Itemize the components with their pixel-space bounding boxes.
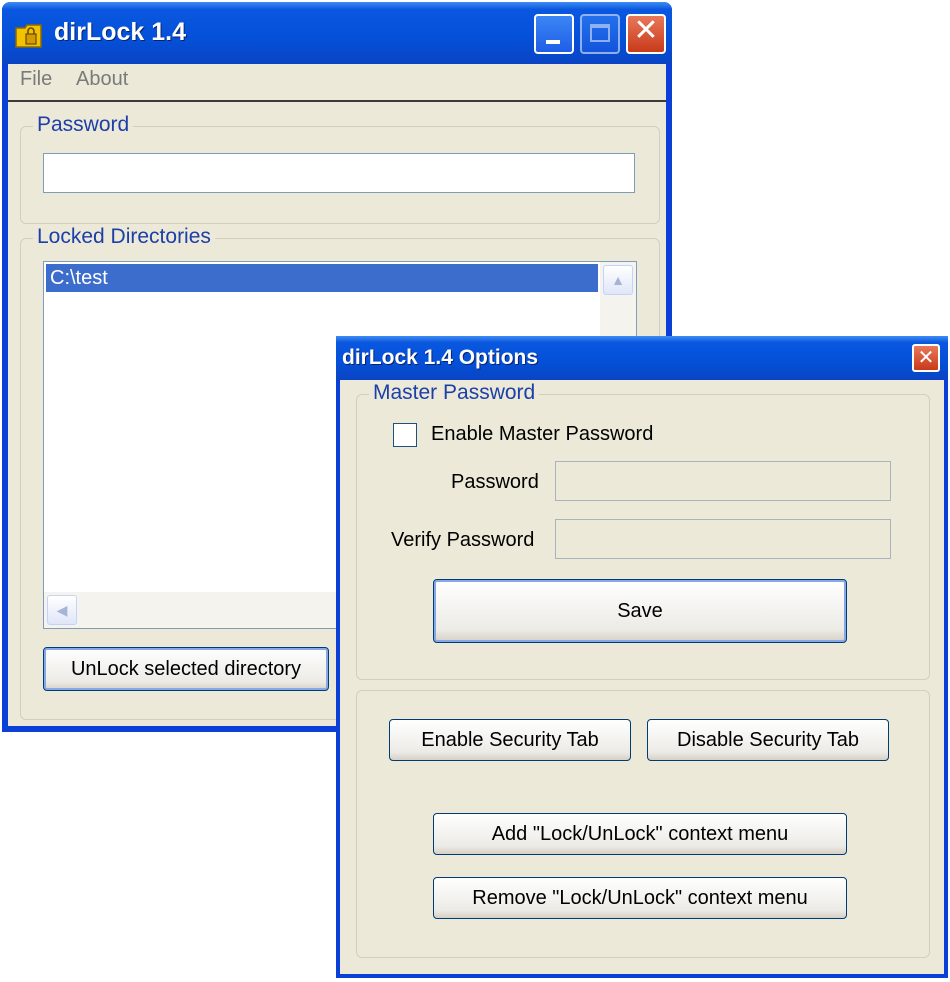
close-icon: ✕ [917,345,935,369]
unlock-selected-directory-button[interactable]: UnLock selected directory [43,647,329,691]
minimize-button[interactable] [534,14,574,54]
enable-master-password-label: Enable Master Password [431,423,654,445]
list-item[interactable]: C:\test [46,264,598,292]
options-title-bar[interactable]: dirLock 1.4 Options ✕ [336,336,948,380]
enable-master-password-checkbox[interactable] [393,423,417,447]
add-context-menu-button[interactable]: Add "Lock/UnLock" context menu [433,813,847,855]
scroll-left-icon[interactable]: ◀ [47,595,77,625]
disable-security-tab-button[interactable]: Disable Security Tab [647,719,889,761]
security-group: Enable Security Tab Disable Security Tab… [356,690,930,958]
master-password-input[interactable] [555,461,891,501]
verify-password-input[interactable] [555,519,891,559]
menu-file[interactable]: File [20,68,52,91]
menu-about[interactable]: About [76,68,128,91]
options-window: dirLock 1.4 Options ✕ Master Password En… [336,336,948,978]
maximize-button[interactable] [580,14,620,54]
locked-directories-label: Locked Directories [33,225,215,249]
master-password-group-label: Master Password [369,381,540,405]
options-client-area: Master Password Enable Master Password P… [340,380,944,974]
main-title-bar[interactable]: dirLock 1.4 ✕ [2,2,672,64]
password-group-label: Password [33,113,134,137]
main-window-title: dirLock 1.4 [54,18,186,46]
verify-password-label: Verify Password [391,529,535,551]
minimize-icon [546,40,560,44]
options-window-title: dirLock 1.4 Options [342,346,539,369]
folder-lock-icon [14,20,44,50]
save-button[interactable]: Save [433,579,847,643]
close-icon: ✕ [633,13,659,48]
master-password-group: Master Password Enable Master Password P… [356,381,930,680]
password-label: Password [451,471,539,493]
password-input[interactable] [43,153,635,193]
enable-security-tab-button[interactable]: Enable Security Tab [389,719,631,761]
password-group: Password [20,113,660,224]
remove-context-menu-button[interactable]: Remove "Lock/UnLock" context menu [433,877,847,919]
close-button[interactable]: ✕ [626,13,666,54]
menu-bar: File About [8,64,666,102]
scroll-up-icon[interactable]: ▲ [603,265,633,295]
options-close-button[interactable]: ✕ [912,344,940,372]
maximize-icon [590,24,610,42]
